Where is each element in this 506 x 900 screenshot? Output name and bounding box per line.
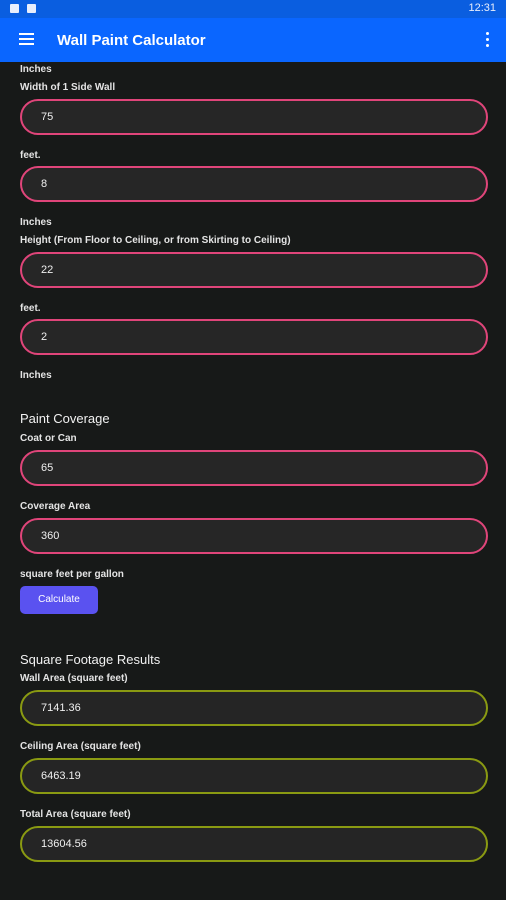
- wall-area-field[interactable]: 7141.36: [20, 690, 488, 726]
- coverage-area-field[interactable]: 360: [20, 518, 488, 554]
- sim-icon: [27, 4, 36, 13]
- app-bar: Wall Paint Calculator: [0, 18, 506, 62]
- coverage-area-value: 360: [41, 530, 60, 542]
- coverage-unit-label: square feet per gallon: [20, 569, 124, 580]
- ceiling-area-label: Ceiling Area (square feet): [20, 741, 141, 752]
- height-inches-unit-label: Inches: [20, 370, 52, 381]
- wall-area-label: Wall Area (square feet): [20, 673, 128, 684]
- width-inches-field[interactable]: 8: [20, 166, 488, 202]
- height-feet-value: 22: [41, 264, 54, 276]
- ceiling-area-field[interactable]: 6463.19: [20, 758, 488, 794]
- height-label: Height (From Floor to Ceiling, or from S…: [20, 235, 291, 246]
- total-area-value: 13604.56: [41, 838, 87, 850]
- height-feet-unit-label: feet.: [20, 303, 41, 314]
- results-title: Square Footage Results: [20, 652, 161, 667]
- total-area-label: Total Area (square feet): [20, 809, 131, 820]
- height-inches-value: 2: [41, 331, 48, 343]
- height-inches-field[interactable]: 2: [20, 319, 488, 355]
- width-feet-value: 75: [41, 111, 54, 123]
- calculator-content[interactable]: Inches Width of 1 Side Wall 75 feet. 8 I…: [0, 62, 506, 900]
- coverage-area-label: Coverage Area: [20, 501, 91, 512]
- status-bar: 12:31: [0, 0, 506, 18]
- wall-area-value: 7141.36: [41, 702, 81, 714]
- paint-coverage-title: Paint Coverage: [20, 411, 110, 426]
- coat-field[interactable]: 65: [20, 450, 488, 486]
- calculate-button[interactable]: Calculate: [20, 586, 98, 614]
- more-vert-icon[interactable]: [482, 32, 492, 48]
- gallery-icon: [10, 4, 19, 13]
- width-inches-unit-label: Inches: [20, 217, 52, 228]
- status-time: 12:31: [468, 2, 496, 14]
- width-feet-unit-label: feet.: [20, 150, 41, 161]
- coat-value: 65: [41, 462, 54, 474]
- coat-label: Coat or Can: [20, 433, 77, 444]
- menu-icon[interactable]: [19, 33, 34, 46]
- total-area-field[interactable]: 13604.56: [20, 826, 488, 862]
- width-inches-value: 8: [41, 178, 48, 190]
- height-feet-field[interactable]: 22: [20, 252, 488, 288]
- ceiling-area-value: 6463.19: [41, 770, 81, 782]
- width-feet-field[interactable]: 75: [20, 99, 488, 135]
- inches-unit-label: Inches: [20, 64, 52, 75]
- width-label: Width of 1 Side Wall: [20, 82, 116, 93]
- app-title: Wall Paint Calculator: [57, 32, 206, 49]
